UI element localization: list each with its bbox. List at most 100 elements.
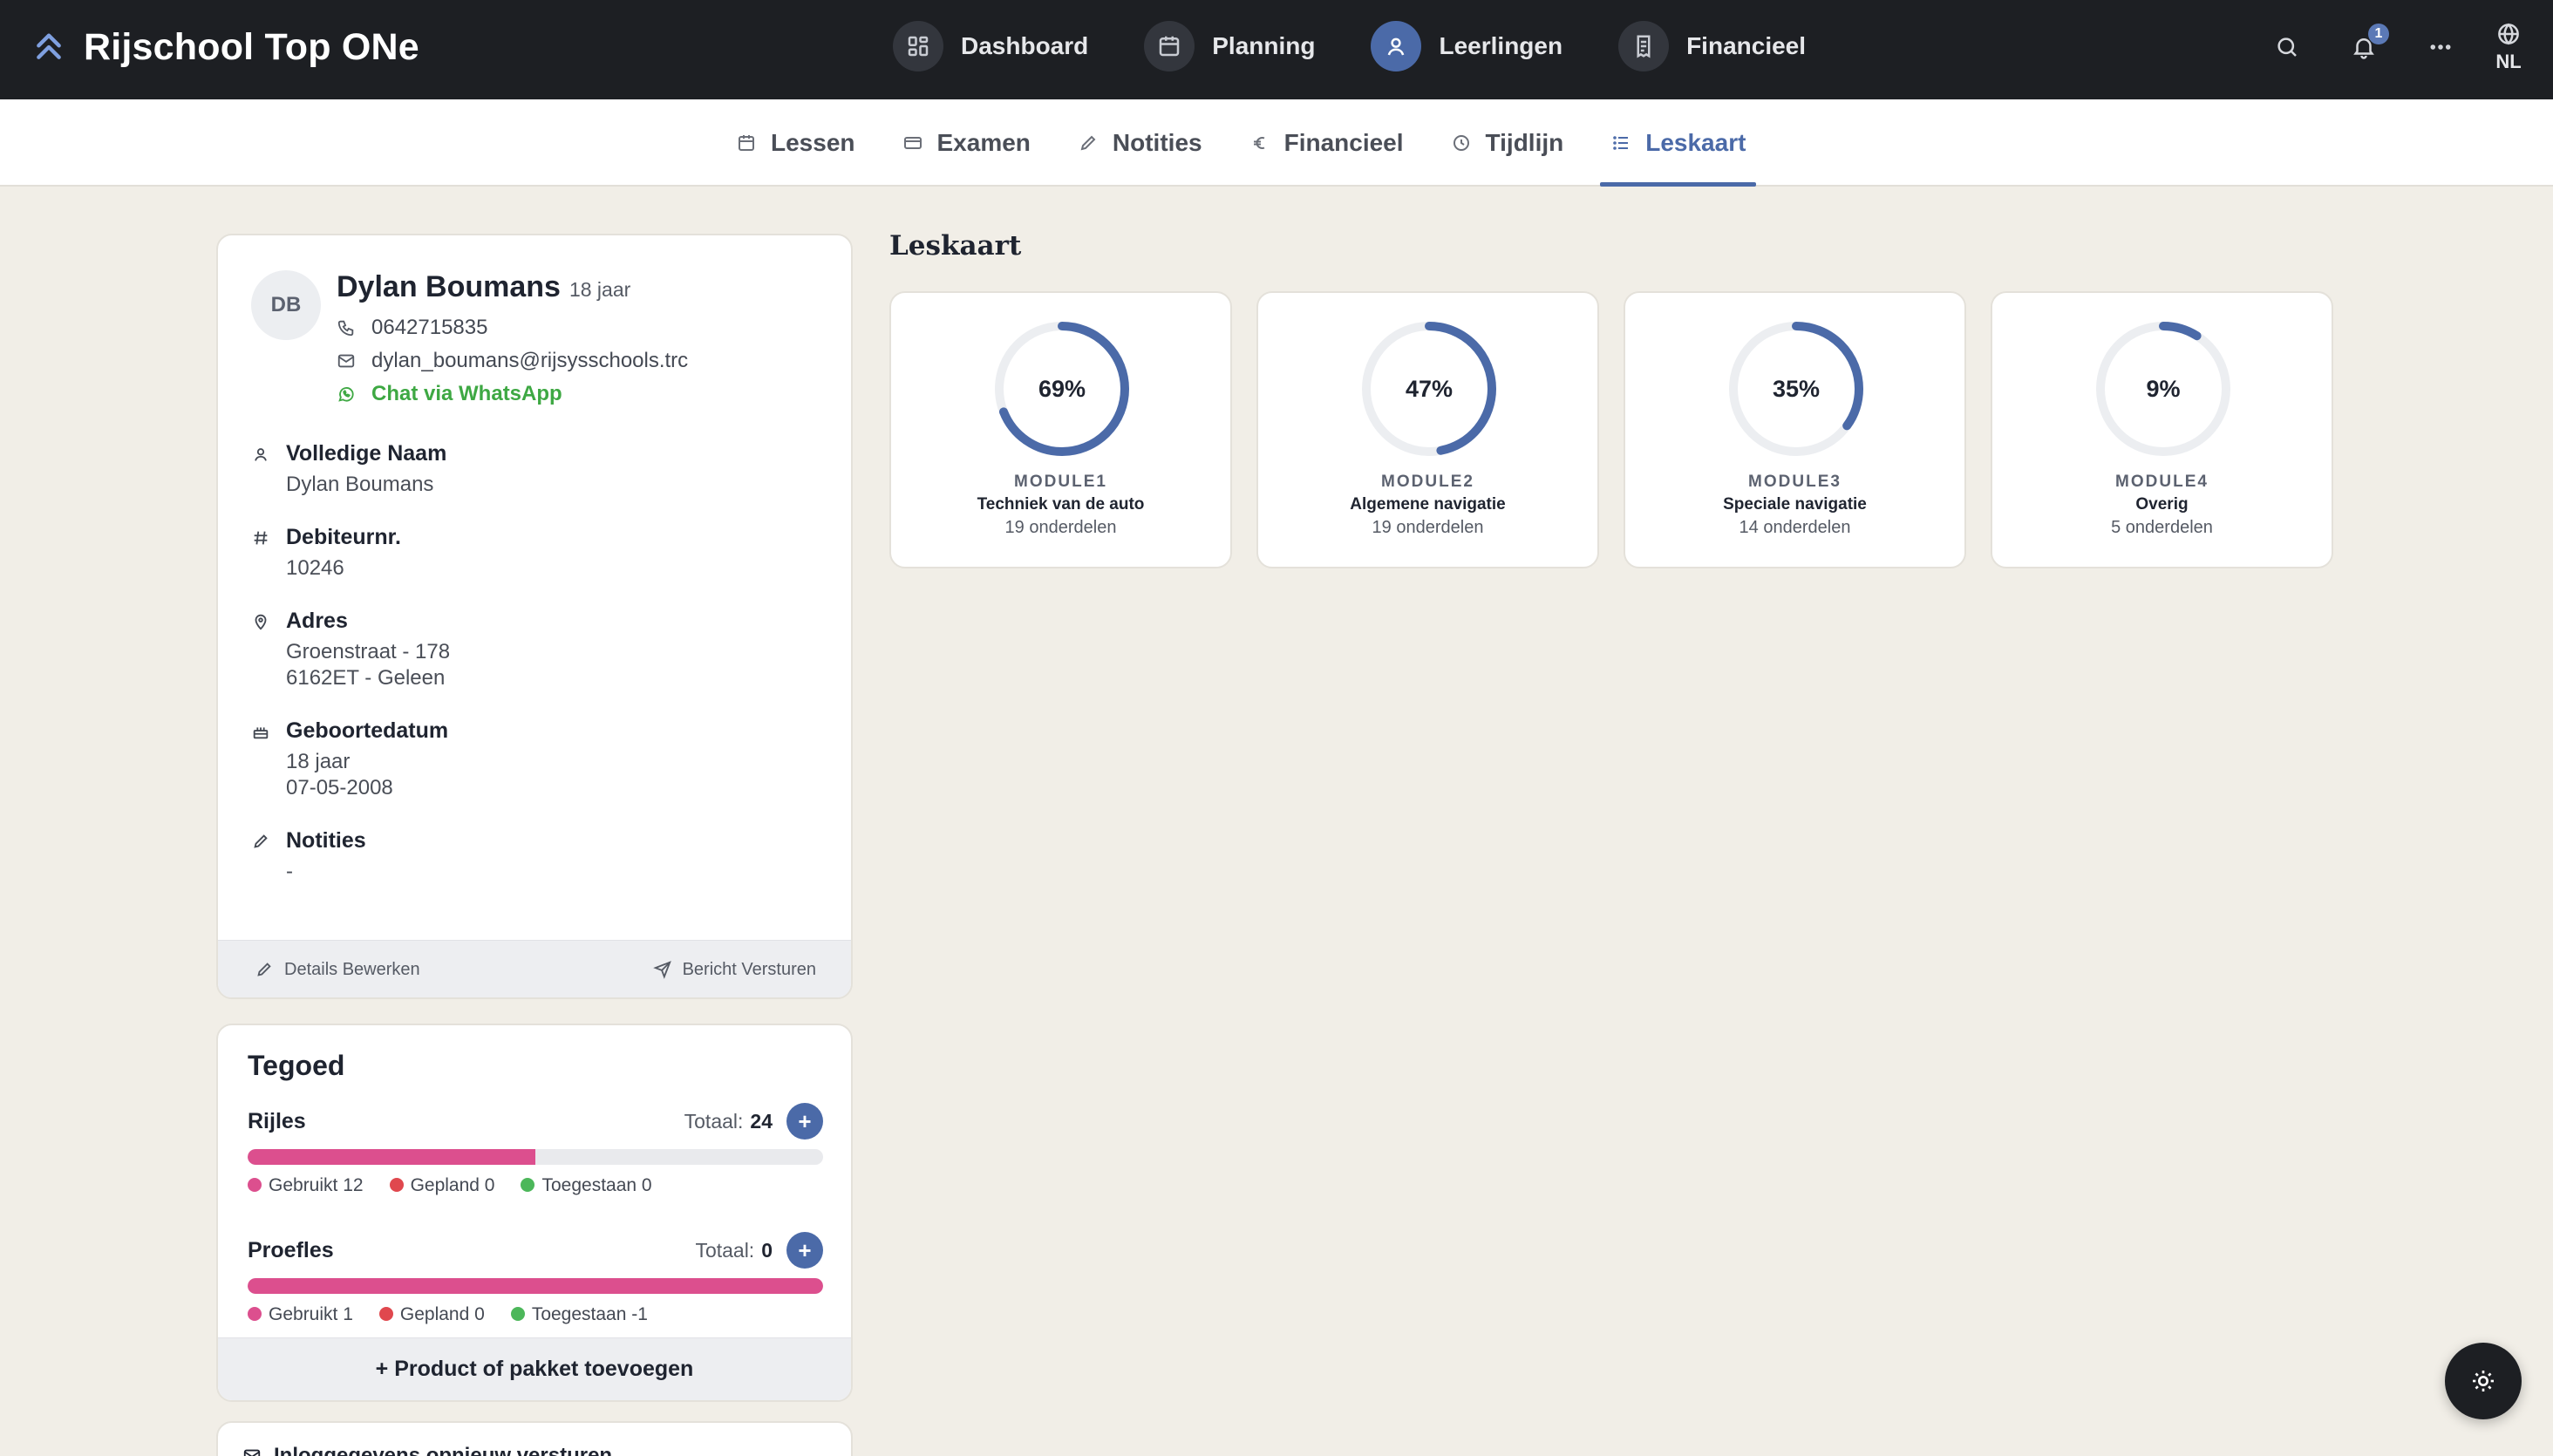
module-count: 19 onderdelen — [1372, 518, 1484, 537]
tab-label: Leskaart — [1645, 129, 1746, 156]
add-credit-button[interactable]: + — [786, 1103, 823, 1140]
resend-login-label: Inloggegevens opnieuw versturen — [274, 1444, 613, 1456]
module-description: Techniek van de auto — [977, 495, 1145, 514]
user-icon — [1371, 21, 1422, 71]
search-button[interactable] — [2265, 25, 2309, 69]
legend-used: Gebruikt 12 — [248, 1175, 364, 1196]
email-contact[interactable]: dylan_boumans@rijsysschools.trc — [337, 349, 688, 373]
receipt-icon — [1618, 21, 1670, 71]
module-percent: 35% — [1772, 375, 1821, 402]
language-switcher[interactable]: NL — [2495, 21, 2522, 73]
tab-label: Financieel — [1283, 129, 1404, 156]
phone-icon — [337, 320, 354, 337]
field-value: - — [286, 860, 293, 883]
legend-planned: Gepland 0 — [378, 1304, 485, 1325]
phone-number: 0642715835 — [371, 316, 488, 339]
field-debtor-number: Debiteurnr. 10246 — [251, 525, 401, 582]
whatsapp-label: Chat via WhatsApp — [371, 382, 562, 405]
tab-label: Lessen — [771, 129, 855, 156]
tab-lessen[interactable]: Lessen — [725, 99, 866, 187]
whatsapp-link[interactable]: Chat via WhatsApp — [337, 382, 562, 406]
module-description: Speciale navigatie — [1723, 495, 1867, 514]
nav-label: Dashboard — [961, 32, 1089, 59]
nav-dashboard[interactable]: Dashboard — [893, 20, 1088, 72]
credit-progress-fill — [248, 1278, 823, 1294]
module-name: MODULE2 — [1381, 473, 1474, 491]
student-header: Dylan Boumans 18 jaar — [337, 270, 630, 304]
student-age: 18 jaar — [568, 278, 631, 301]
module-percent: 47% — [1405, 375, 1454, 402]
sun-icon — [2473, 1371, 2494, 1391]
theme-toggle-button[interactable] — [2445, 1343, 2522, 1419]
resend-login-card[interactable]: Inloggegevens opnieuw versturen — [216, 1421, 853, 1456]
send-icon — [652, 961, 671, 979]
email-address: dylan_boumans@rijsysschools.trc — [371, 349, 689, 372]
profile-actions: Details Bewerken Bericht Versturen — [218, 940, 851, 997]
nav-planning[interactable]: Planning — [1144, 20, 1315, 72]
module-percent: 69% — [1038, 375, 1086, 402]
field-birthdate: Geboortedatum 18 jaar 07-05-2008 — [251, 718, 448, 801]
legend-allowed: Toegestaan 0 — [521, 1175, 652, 1196]
field-address: Adres Groenstraat - 178 6162ET - Geleen — [251, 609, 450, 691]
edit-details-button[interactable]: Details Bewerken — [255, 941, 420, 997]
user-icon — [255, 447, 267, 461]
credit-progress-fill — [248, 1149, 535, 1165]
calendar-icon — [1144, 21, 1195, 71]
nav-financieel[interactable]: Financieel — [1618, 20, 1806, 72]
total-label: Totaal: — [695, 1238, 755, 1262]
clock-icon — [1453, 135, 1469, 151]
notifications-button[interactable]: 1 — [2342, 24, 2389, 69]
module-card[interactable]: 47% MODULE2 Algemene navigatie 19 onderd… — [1256, 291, 1599, 568]
module-name: MODULE4 — [2115, 473, 2209, 491]
more-button[interactable] — [2419, 25, 2462, 69]
globe-icon — [2498, 23, 2519, 45]
module-card[interactable]: 69% MODULE1 Techniek van de auto 19 onde… — [889, 291, 1232, 568]
pencil-icon — [257, 963, 271, 976]
student-profile-card: DB Dylan Boumans 18 jaar 0642715835 dyla… — [216, 234, 853, 999]
phone-contact[interactable]: 0642715835 — [337, 316, 487, 340]
credit-name: Proefles — [248, 1237, 334, 1262]
avatar: DB — [251, 270, 321, 340]
chevrons-up-icon — [37, 33, 61, 59]
tab-examen[interactable]: Examen — [892, 99, 1041, 187]
brand-name: Rijschool Top ONe — [84, 25, 419, 68]
field-label: Geboortedatum — [286, 718, 449, 743]
calendar-icon — [739, 135, 754, 151]
add-product-button[interactable]: + Product of pakket toevoegen — [218, 1337, 851, 1400]
credit-card: Tegoed Rijles Totaal: 24 + Gebruikt 12 Ge… — [216, 1024, 853, 1402]
module-description: Overig — [2135, 495, 2189, 514]
whatsapp-icon — [338, 387, 354, 402]
field-value-date: 07-05-2008 — [286, 776, 393, 799]
legend-allowed: Toegestaan -1 — [510, 1304, 648, 1325]
edit-details-label: Details Bewerken — [284, 959, 420, 979]
tab-financieel[interactable]: Financieel — [1239, 99, 1414, 187]
module-card[interactable]: 9% MODULE4 Overig 5 onderdelen — [1991, 291, 2333, 568]
notification-badge: 1 — [2368, 24, 2389, 44]
field-value-age: 18 jaar — [286, 750, 351, 773]
brand[interactable]: Rijschool Top ONe — [31, 21, 419, 73]
tab-notities[interactable]: Notities — [1067, 99, 1213, 187]
resend-login-row: Inloggegevens opnieuw versturen — [242, 1444, 612, 1456]
field-label: Adres — [286, 609, 348, 633]
module-name: MODULE1 — [1014, 473, 1107, 491]
send-message-button[interactable]: Bericht Versturen — [652, 941, 816, 997]
module-count: 5 onderdelen — [2111, 518, 2213, 537]
legend-planned: Gepland 0 — [389, 1175, 494, 1196]
credit-legend: Gebruikt 12 Gepland 0 Toegestaan 0 — [248, 1175, 823, 1196]
language-label: NL — [2495, 51, 2522, 72]
field-value: 10246 — [286, 556, 344, 580]
grid-icon — [893, 21, 943, 71]
student-tabs: Lessen Examen Notities Financieel Tijdli… — [725, 99, 1782, 187]
tab-tijdlijn[interactable]: Tijdlijn — [1440, 99, 1575, 187]
list-icon — [1613, 136, 1629, 150]
nav-leerlingen[interactable]: Leerlingen — [1371, 20, 1562, 72]
module-count: 14 onderdelen — [1739, 518, 1851, 537]
student-name: Dylan Boumans — [337, 270, 561, 303]
tab-leskaart[interactable]: Leskaart — [1600, 99, 1757, 187]
add-credit-button[interactable]: + — [786, 1232, 823, 1269]
field-label: Notities — [286, 828, 366, 853]
search-icon — [2277, 37, 2297, 57]
module-count: 19 onderdelen — [1004, 518, 1117, 537]
module-card[interactable]: 35% MODULE3 Speciale navigatie 14 onderd… — [1624, 291, 1966, 568]
field-value-line1: Groenstraat - 178 — [286, 640, 451, 663]
